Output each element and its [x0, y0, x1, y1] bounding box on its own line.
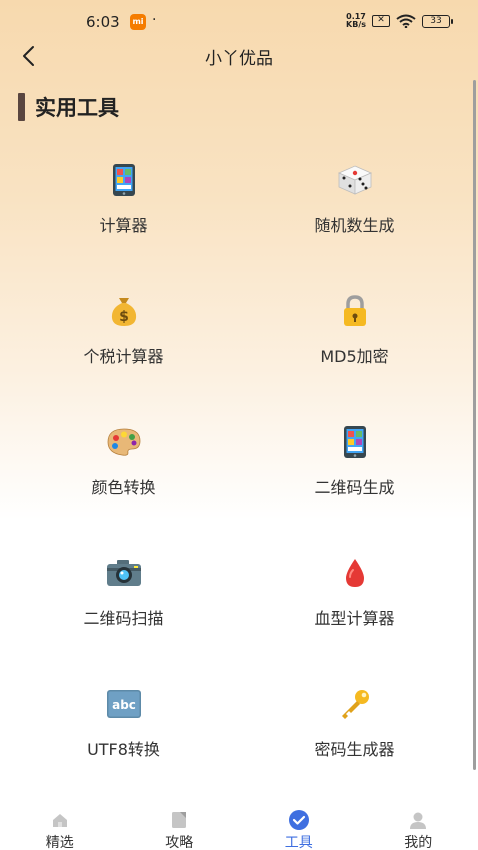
tool-label: UTF8转换	[87, 740, 160, 759]
scrollbar[interactable]	[473, 80, 476, 770]
tool-calculator[interactable]: 计算器	[8, 148, 239, 279]
status-dot: ·	[152, 12, 157, 28]
tab-label: 精选	[45, 835, 74, 850]
network-speed: 0.17 KB/s	[346, 13, 366, 29]
key-icon	[335, 684, 375, 724]
palette-icon	[104, 422, 144, 462]
abc-icon: abc	[104, 684, 144, 724]
tool-utf8[interactable]: abc UTF8转换	[8, 672, 239, 803]
home-icon	[49, 810, 71, 830]
network-speed-unit: KB/s	[346, 20, 366, 29]
tool-label: 二维码扫描	[83, 609, 164, 628]
tool-label: 血型计算器	[314, 609, 395, 628]
tool-label: MD5加密	[320, 347, 389, 366]
phone-icon	[104, 160, 144, 200]
tool-label: 随机数生成	[314, 216, 395, 235]
dice-icon	[335, 160, 375, 200]
svg-text:$: $	[119, 309, 129, 325]
tab-label: 攻略	[165, 835, 194, 850]
blood-drop-icon	[335, 553, 375, 593]
mi-app-icon: mi	[130, 14, 146, 30]
section-header: 实用工具	[18, 92, 119, 122]
section-accent-bar	[18, 93, 25, 121]
status-time: 6:03	[86, 13, 120, 31]
tab-tools[interactable]: 工具	[239, 800, 359, 850]
tab-label: 工具	[284, 835, 313, 850]
page-title: 小丫优品	[205, 49, 273, 69]
tool-label: 计算器	[99, 216, 148, 235]
svg-text:abc: abc	[112, 698, 136, 712]
tool-qr-generate[interactable]: 二维码生成	[239, 410, 470, 541]
tab-guides[interactable]: 攻略	[120, 800, 240, 850]
document-icon	[168, 810, 190, 830]
tool-label: 密码生成器	[314, 740, 395, 759]
camera-icon	[104, 553, 144, 593]
tool-grid: 计算器 随机数生成 $ 个税计算器 MD5加密 颜色转换 二维码生成 二维码扫描…	[8, 148, 470, 803]
nav-bar: 小丫优品	[0, 36, 478, 76]
tool-label: 个税计算器	[83, 347, 164, 366]
bottom-tab-bar: 精选 攻略 工具 我的	[0, 800, 478, 850]
status-indicators: 0.17 KB/s ✕ 33	[346, 13, 453, 29]
check-circle-icon	[288, 810, 310, 830]
tool-blood-type[interactable]: 血型计算器	[239, 541, 470, 672]
battery-icon: 33	[422, 14, 453, 28]
tool-tax-calculator[interactable]: $ 个税计算器	[8, 279, 239, 410]
tab-mine[interactable]: 我的	[359, 800, 478, 850]
tool-color-convert[interactable]: 颜色转换	[8, 410, 239, 541]
tab-featured[interactable]: 精选	[0, 800, 120, 850]
tool-password-generator[interactable]: 密码生成器	[239, 672, 470, 803]
wifi-icon	[396, 14, 416, 28]
tool-md5[interactable]: MD5加密	[239, 279, 470, 410]
section-title: 实用工具	[35, 96, 119, 120]
tool-qr-scan[interactable]: 二维码扫描	[8, 541, 239, 672]
status-bar: 6:03 mi · 0.17 KB/s ✕ 33	[0, 0, 478, 40]
tool-random-number[interactable]: 随机数生成	[239, 148, 470, 279]
tab-label: 我的	[404, 835, 433, 850]
phone-icon	[335, 422, 375, 462]
money-bag-icon: $	[104, 291, 144, 331]
tool-label: 颜色转换	[91, 478, 156, 497]
user-icon	[407, 810, 429, 830]
tool-label: 二维码生成	[314, 478, 395, 497]
sim-icon: ✕	[372, 15, 390, 27]
lock-icon	[335, 291, 375, 331]
